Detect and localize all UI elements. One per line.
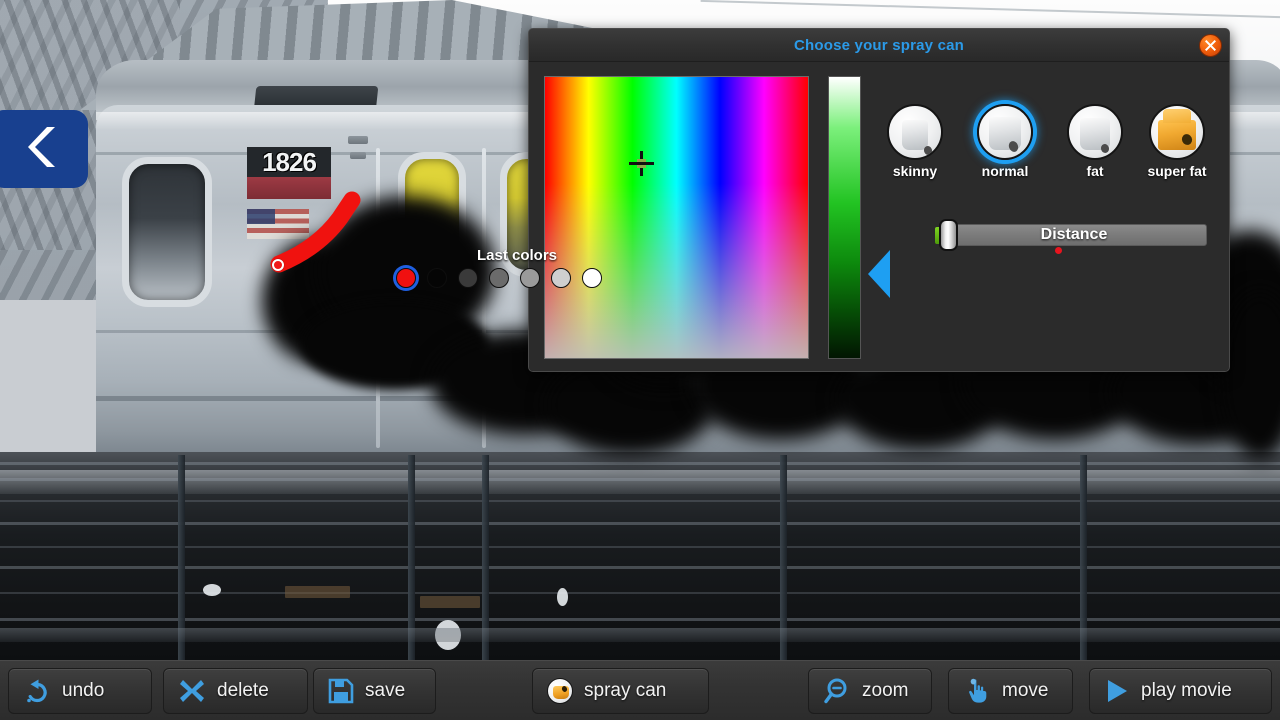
color-swatch[interactable] <box>520 268 540 288</box>
magnifier-minus-icon <box>823 677 851 705</box>
train-window <box>122 157 212 307</box>
nozzle-option-super-fat[interactable]: super fat <box>1138 104 1216 178</box>
crosshair-icon <box>629 151 654 176</box>
distance-label: Distance <box>1040 226 1108 243</box>
fence-rail <box>0 500 1280 502</box>
move-button[interactable]: move <box>948 668 1073 714</box>
nozzle-label: super fat <box>1147 163 1207 179</box>
train-panel <box>350 152 366 159</box>
undo-button[interactable]: undo <box>8 668 152 714</box>
color-gradient-picker[interactable] <box>544 76 809 359</box>
nozzle-option-normal[interactable]: normal <box>966 104 1044 178</box>
stroke-start-handle[interactable] <box>272 259 284 271</box>
distance-slider[interactable]: Distance <box>921 219 1207 251</box>
skinny-nozzle-icon <box>887 104 943 160</box>
fence-rail <box>0 522 1280 525</box>
distance-slider-track[interactable]: Distance <box>941 224 1207 246</box>
color-swatch[interactable] <box>396 268 416 288</box>
track-ballast <box>0 470 1280 494</box>
train-flag-canton <box>247 209 275 224</box>
x-cross-icon <box>178 677 206 705</box>
track-debris <box>203 584 221 596</box>
train-number-plate: 1826 <box>247 147 331 177</box>
spray-can-label: spray can <box>584 680 667 701</box>
fat-nozzle-icon <box>1067 104 1123 160</box>
nozzle-option-skinny[interactable]: skinny <box>876 104 954 178</box>
dialog-body: skinny normal fat super fat Distance <box>529 62 1229 371</box>
last-colors-title: Last colors <box>476 247 558 264</box>
dialog-title: Choose your spray can <box>793 36 965 54</box>
fence-rail <box>0 546 1280 548</box>
super-fat-nozzle-icon <box>1149 104 1205 160</box>
nozzle-label: skinny <box>892 163 938 179</box>
zoom-button[interactable]: zoom <box>808 668 932 714</box>
train-panel <box>348 136 368 144</box>
fence-rail <box>0 592 1280 594</box>
spray-can-dialog: Choose your spray can skinny normal fat … <box>528 28 1230 372</box>
bottom-toolbar: undo delete save spray can zoom move pla… <box>0 660 1280 720</box>
back-button[interactable] <box>0 110 88 188</box>
color-swatch[interactable] <box>427 268 447 288</box>
undo-label: undo <box>62 680 105 701</box>
delete-label: delete <box>217 680 269 701</box>
color-swatch[interactable] <box>489 268 509 288</box>
nozzle-options: skinny normal fat super fat <box>876 104 1216 199</box>
undo-arrow-icon <box>23 677 51 705</box>
train-number-text: 1826 <box>262 147 317 177</box>
brightness-slider[interactable] <box>828 76 861 359</box>
dialog-titlebar: Choose your spray can <box>529 29 1229 62</box>
play-movie-label: play movie <box>1141 680 1232 701</box>
color-swatch[interactable] <box>458 268 478 288</box>
normal-nozzle-icon <box>977 104 1033 160</box>
move-label: move <box>1002 680 1049 701</box>
delete-button[interactable]: delete <box>163 668 308 714</box>
train-red-stripe <box>247 177 331 199</box>
nozzle-label: fat <box>1086 163 1104 179</box>
zoom-label: zoom <box>862 680 909 701</box>
fence-rail <box>0 462 1280 465</box>
pointing-hand-icon <box>963 677 991 705</box>
nozzle-label: normal <box>981 163 1029 179</box>
triangle-left-icon[interactable] <box>868 250 890 298</box>
last-colors-row <box>396 268 602 288</box>
floppy-disk-icon <box>328 678 354 704</box>
color-swatch[interactable] <box>551 268 571 288</box>
track-tie <box>285 586 350 598</box>
chevron-left-icon <box>17 124 61 175</box>
distance-slider-handle[interactable] <box>939 219 958 251</box>
play-movie-button[interactable]: play movie <box>1089 668 1272 714</box>
platform-edge <box>0 628 1280 642</box>
save-button[interactable]: save <box>313 668 436 714</box>
nozzle-option-fat[interactable]: fat <box>1056 104 1134 178</box>
color-swatch[interactable] <box>582 268 602 288</box>
brush-preview-dot <box>1055 247 1062 254</box>
fence-rail <box>0 566 1280 569</box>
save-label: save <box>365 680 406 701</box>
fence-rail <box>0 478 1280 481</box>
close-button[interactable] <box>1199 34 1222 57</box>
close-icon <box>1204 39 1217 52</box>
track-tie <box>420 596 480 608</box>
spray-can-icon <box>547 678 573 704</box>
play-triangle-icon <box>1104 678 1130 704</box>
track-debris <box>557 588 568 606</box>
spray-can-button[interactable]: spray can <box>532 668 709 714</box>
fence-rail <box>0 618 1280 621</box>
